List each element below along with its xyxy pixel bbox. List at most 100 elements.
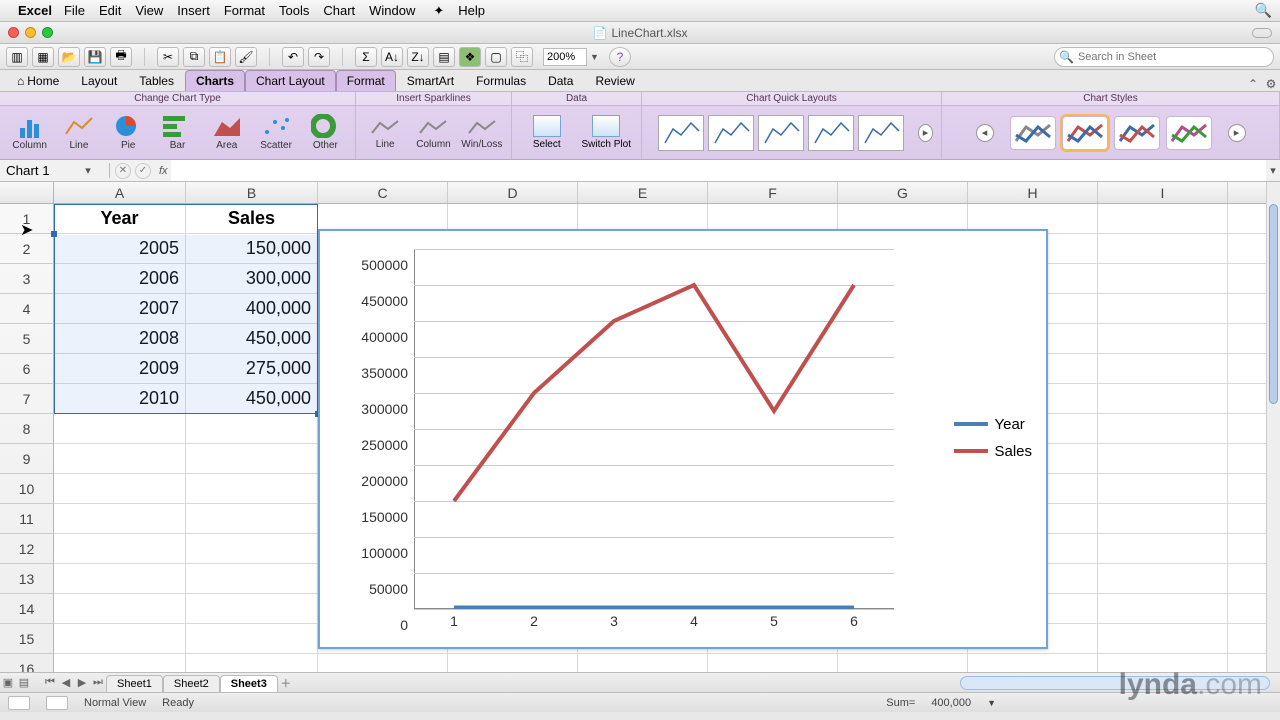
cell-A8[interactable] bbox=[54, 414, 186, 443]
col-header-F[interactable]: F bbox=[708, 182, 838, 203]
data-select[interactable]: Select bbox=[520, 115, 574, 150]
quick-layout-5[interactable] bbox=[858, 115, 904, 151]
worksheet-area[interactable]: ABCDEFGHI 12345678910111213141516 YearSa… bbox=[0, 182, 1280, 672]
tab-charts[interactable]: Charts bbox=[185, 70, 245, 91]
quick-layout-4[interactable] bbox=[808, 115, 854, 151]
chart-type-column[interactable]: Column bbox=[8, 114, 51, 151]
cell-I8[interactable] bbox=[1098, 414, 1228, 443]
col-header-E[interactable]: E bbox=[578, 182, 708, 203]
chevron-down-icon[interactable]: ▾ bbox=[80, 164, 96, 177]
legend-item-sales[interactable]: Sales bbox=[954, 443, 1032, 460]
tab-smartart[interactable]: SmartArt bbox=[396, 70, 465, 91]
cell-I12[interactable] bbox=[1098, 534, 1228, 563]
cell-B2[interactable]: 150,000 bbox=[186, 234, 318, 263]
open-icon[interactable]: 📂 bbox=[58, 47, 80, 67]
col-header-B[interactable]: B bbox=[186, 182, 318, 203]
spotlight-icon[interactable]: 🔍 bbox=[1255, 2, 1272, 19]
menu-help[interactable]: Help bbox=[458, 3, 485, 18]
search-input[interactable] bbox=[1078, 51, 1273, 63]
chart-style-1[interactable] bbox=[1010, 116, 1056, 150]
toolbox-icon[interactable]: ❖ bbox=[459, 47, 481, 67]
chart-type-area[interactable]: Area bbox=[205, 114, 248, 151]
cell-I10[interactable] bbox=[1098, 474, 1228, 503]
cell-A11[interactable] bbox=[54, 504, 186, 533]
menu-insert[interactable]: Insert bbox=[177, 3, 210, 18]
cell-I5[interactable] bbox=[1098, 324, 1228, 353]
menu-chart[interactable]: Chart bbox=[323, 3, 355, 18]
cell-A3[interactable]: 2006 bbox=[54, 264, 186, 293]
minimize-icon[interactable] bbox=[25, 27, 36, 38]
col-header-I[interactable]: I bbox=[1098, 182, 1228, 203]
row-header-8[interactable]: 8 bbox=[0, 414, 54, 444]
cell-B13[interactable] bbox=[186, 564, 318, 593]
cell-A1[interactable]: Year bbox=[54, 204, 186, 233]
autosum-icon[interactable]: Σ bbox=[355, 47, 377, 67]
save-icon[interactable]: 💾 bbox=[84, 47, 106, 67]
select-all-corner[interactable] bbox=[0, 182, 54, 203]
page-layout-view-icon[interactable] bbox=[46, 696, 68, 710]
cell-C16[interactable] bbox=[318, 654, 448, 672]
cell-I6[interactable] bbox=[1098, 354, 1228, 383]
menu-view[interactable]: View bbox=[135, 3, 163, 18]
cell-B15[interactable] bbox=[186, 624, 318, 653]
sparkline-win-loss[interactable]: Win/Loss bbox=[461, 115, 503, 150]
cell-B11[interactable] bbox=[186, 504, 318, 533]
chevron-down-icon[interactable]: ▼ bbox=[590, 52, 599, 62]
cell-I11[interactable] bbox=[1098, 504, 1228, 533]
cell-I1[interactable] bbox=[1098, 204, 1228, 233]
row-header-5[interactable]: 5 bbox=[0, 324, 54, 354]
cell-B10[interactable] bbox=[186, 474, 318, 503]
data-switch-plot[interactable]: Switch Plot bbox=[580, 115, 634, 150]
cell-A2[interactable]: 2005 bbox=[54, 234, 186, 263]
last-sheet-icon[interactable]: ⏭ bbox=[90, 676, 106, 689]
cell-A16[interactable] bbox=[54, 654, 186, 672]
cell-B14[interactable] bbox=[186, 594, 318, 623]
cell-A14[interactable] bbox=[54, 594, 186, 623]
cell-B7[interactable]: 450,000 bbox=[186, 384, 318, 413]
cell-E16[interactable] bbox=[578, 654, 708, 672]
sheet-tab-sheet3[interactable]: Sheet3 bbox=[220, 675, 278, 692]
cell-I2[interactable] bbox=[1098, 234, 1228, 263]
col-header-D[interactable]: D bbox=[448, 182, 578, 203]
row-header-1[interactable]: 1 bbox=[0, 204, 54, 234]
menu-window[interactable]: Window bbox=[369, 3, 415, 18]
cell-F16[interactable] bbox=[708, 654, 838, 672]
next-style-icon[interactable]: ▸ bbox=[1228, 124, 1246, 142]
confirm-icon[interactable]: ✓ bbox=[135, 163, 151, 179]
chart-plot-area[interactable]: 0 50000 100000 150000 200000 250000 3000… bbox=[414, 249, 894, 609]
cell-A10[interactable] bbox=[54, 474, 186, 503]
cancel-icon[interactable]: ✕ bbox=[115, 163, 131, 179]
toolbar-toggle[interactable] bbox=[1252, 28, 1272, 38]
cell-I9[interactable] bbox=[1098, 444, 1228, 473]
row-header-3[interactable]: 3 bbox=[0, 264, 54, 294]
chart-type-line[interactable]: Line bbox=[57, 114, 100, 151]
prev-style-icon[interactable]: ◂ bbox=[976, 124, 994, 142]
cell-A6[interactable]: 2009 bbox=[54, 354, 186, 383]
menu-file[interactable]: File bbox=[64, 3, 85, 18]
row-headers[interactable]: 12345678910111213141516 bbox=[0, 204, 54, 672]
name-box[interactable]: ▾ bbox=[0, 163, 110, 178]
next-sheet-icon[interactable]: ▶ bbox=[74, 676, 90, 689]
scrollbar-thumb[interactable] bbox=[1269, 204, 1278, 404]
tab-review[interactable]: Review bbox=[584, 70, 645, 91]
embedded-chart[interactable]: 0 50000 100000 150000 200000 250000 3000… bbox=[318, 229, 1048, 649]
collapse-ribbon-icon[interactable]: ⌃ bbox=[1244, 77, 1262, 91]
cell-B6[interactable]: 275,000 bbox=[186, 354, 318, 383]
help-icon[interactable]: ? bbox=[609, 47, 631, 67]
row-header-12[interactable]: 12 bbox=[0, 534, 54, 564]
sheet-tab-sheet2[interactable]: Sheet2 bbox=[163, 675, 220, 692]
legend-item-year[interactable]: Year bbox=[954, 416, 1032, 433]
cell-A15[interactable] bbox=[54, 624, 186, 653]
sort-desc-icon[interactable]: Z↓ bbox=[407, 47, 429, 67]
col-header-C[interactable]: C bbox=[318, 182, 448, 203]
chevron-down-icon[interactable]: ▼ bbox=[987, 698, 996, 708]
row-header-16[interactable]: 16 bbox=[0, 654, 54, 672]
quick-layout-1[interactable] bbox=[658, 115, 704, 151]
cell-I13[interactable] bbox=[1098, 564, 1228, 593]
col-header-H[interactable]: H bbox=[968, 182, 1098, 203]
sheet-search[interactable]: 🔍 bbox=[1054, 47, 1274, 67]
menu-spotlight-icon[interactable]: ✦ bbox=[433, 3, 444, 19]
formula-input[interactable] bbox=[171, 160, 1266, 181]
cell-I15[interactable] bbox=[1098, 624, 1228, 653]
chart-style-4[interactable] bbox=[1166, 116, 1212, 150]
